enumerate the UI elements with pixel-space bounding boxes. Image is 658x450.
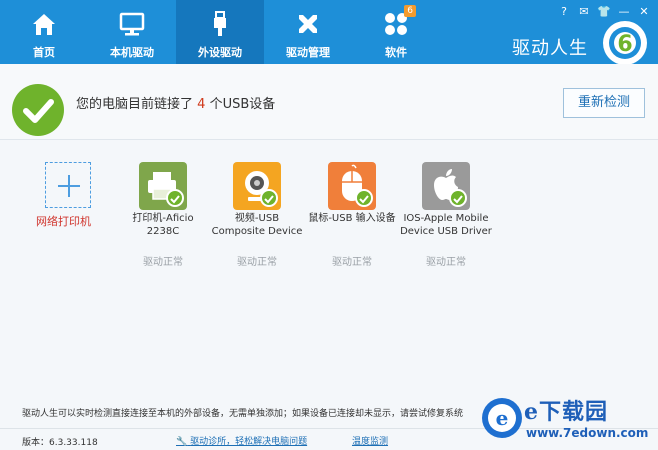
ok-check-icon — [449, 189, 467, 207]
brand-title: 驱动人生 — [512, 38, 588, 59]
usb-icon — [214, 11, 226, 36]
tab-software-label: 软件 — [385, 46, 407, 59]
add-network-printer-button[interactable] — [45, 162, 91, 208]
skin-button[interactable]: 👕 — [596, 5, 612, 19]
status-text-before: 您的电脑目前链接了 — [76, 97, 194, 112]
device-count: 4 — [197, 97, 206, 112]
help-button[interactable]: ? — [556, 5, 572, 19]
ok-check-icon — [260, 189, 278, 207]
window-controls: ? ✉ 👕 — ✕ — [556, 5, 652, 19]
auto-detect-notice: 驱动人生可以实时检测直接连接至本机的外部设备，无需单独添加；如果设备已连接却未显… — [22, 409, 464, 419]
software-badge: 6 — [404, 5, 416, 17]
main-nav: 首页 本机驱动 外设驱动 驱动管理 6 软件 — [0, 0, 440, 64]
tab-local-drivers[interactable]: 本机驱动 — [88, 0, 176, 64]
device-status: 驱动正常 — [332, 257, 372, 268]
monitor-icon — [119, 12, 145, 36]
temperature-monitor-link[interactable]: 温度监测 — [352, 434, 388, 447]
close-button[interactable]: ✕ — [636, 5, 652, 19]
device-status: 驱动正常 — [143, 257, 183, 268]
watermark-title: e下载园 — [524, 399, 608, 425]
ok-check-icon — [355, 189, 373, 207]
home-icon — [33, 14, 55, 35]
success-check-icon — [12, 84, 64, 136]
svg-text:e: e — [496, 406, 509, 430]
tab-home[interactable]: 首页 — [0, 0, 88, 64]
tab-peripheral-drivers-label: 外设驱动 — [198, 46, 242, 59]
driver-clinic-link[interactable]: 🔧 驱动诊所，轻松解决电脑问题 — [176, 434, 307, 447]
rescan-button[interactable]: 重新检测 — [563, 88, 645, 118]
device-status: 驱动正常 — [237, 257, 277, 268]
wrench-icon: 🔧 — [176, 437, 188, 447]
watermark-url: www.7edown.com — [526, 426, 649, 440]
watermark: e e下载园 www.7edown.com — [478, 392, 656, 448]
version-label: 版本：6.3.33.118 — [22, 438, 98, 448]
tab-home-label: 首页 — [33, 46, 55, 59]
tools-icon — [299, 15, 317, 33]
device-status: 驱动正常 — [426, 257, 466, 268]
add-network-printer-label[interactable]: 网络打印机 — [36, 213, 91, 229]
brand-logo-icon: 6 — [603, 21, 647, 65]
tab-peripheral-drivers[interactable]: 外设驱动 — [176, 0, 264, 64]
tab-local-drivers-label: 本机驱动 — [110, 46, 154, 59]
tab-driver-management[interactable]: 驱动管理 — [264, 0, 352, 64]
svg-text:6: 6 — [617, 32, 632, 57]
ok-check-icon — [166, 189, 184, 207]
status-message: 您的电脑目前链接了 4 个USB设备 — [76, 93, 275, 112]
message-button[interactable]: ✉ — [576, 5, 592, 19]
status-text-after: 个USB设备 — [209, 97, 276, 112]
watermark-logo-icon: e — [482, 398, 522, 438]
tab-software[interactable]: 6 软件 — [352, 0, 440, 64]
device-name: IOS-Apple Mobile Device USB Driver — [400, 213, 492, 237]
tab-driver-management-label: 驱动管理 — [286, 46, 330, 59]
minimize-button[interactable]: — — [616, 5, 632, 19]
